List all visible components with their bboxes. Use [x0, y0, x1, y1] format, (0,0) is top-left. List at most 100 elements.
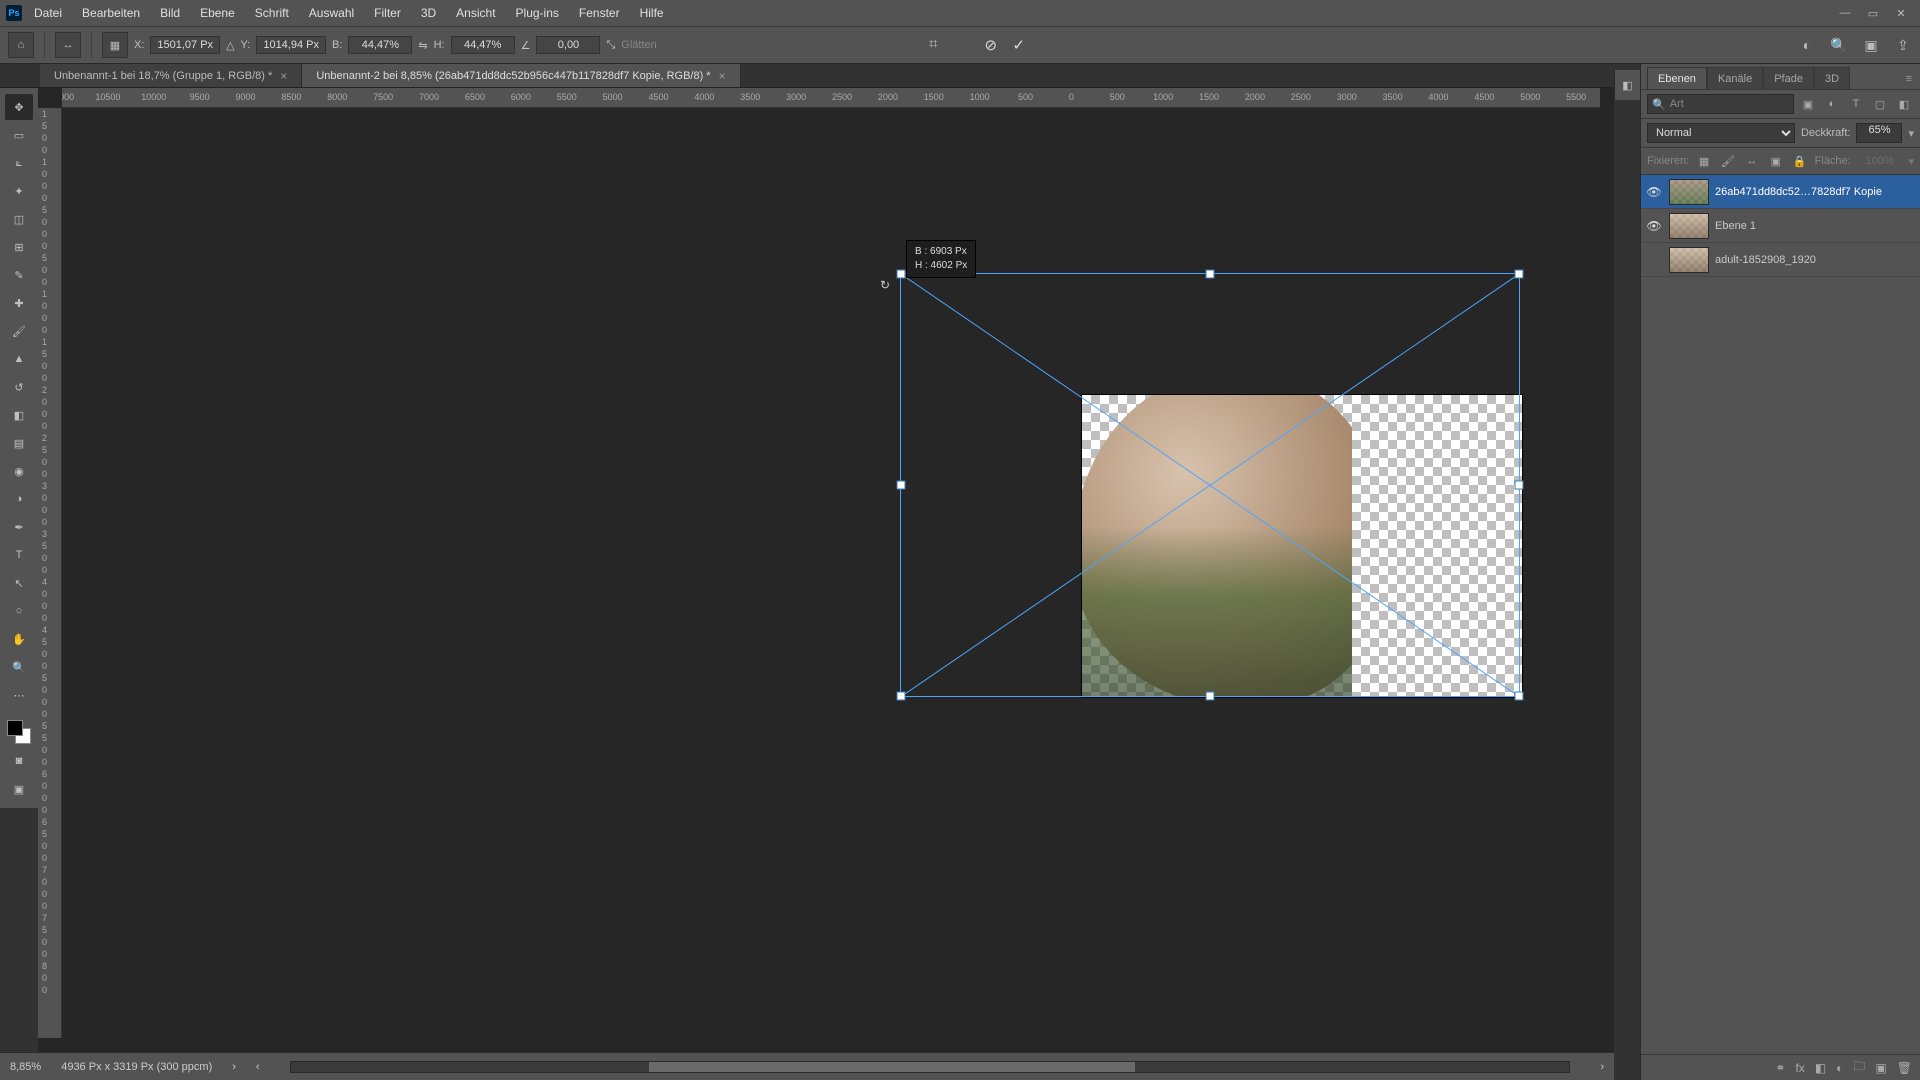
transform-handle-br[interactable] [1515, 692, 1524, 701]
lasso-tool[interactable]: ⟀ [5, 150, 33, 176]
link-wh-icon[interactable]: ⇋ [418, 39, 427, 52]
lock-pixels-icon[interactable]: 🖌 [1719, 152, 1737, 170]
delete-layer-icon[interactable]: 🗑 [1897, 1061, 1912, 1075]
menu-ansicht[interactable]: Ansicht [448, 0, 503, 26]
lock-transparency-icon[interactable]: ▦ [1695, 152, 1713, 170]
filter-type-icon[interactable]: T [1846, 94, 1866, 114]
layer-name-2[interactable]: adult-1852908_1920 [1715, 254, 1916, 266]
layer-name-1[interactable]: Ebene 1 [1715, 220, 1916, 232]
eraser-tool[interactable]: ◧ [5, 402, 33, 428]
commit-transform-button[interactable]: ✓ [1008, 34, 1030, 56]
cancel-transform-button[interactable]: ⊘ [980, 34, 1002, 56]
new-layer-icon[interactable]: ▣ [1875, 1061, 1886, 1075]
blend-mode-select[interactable]: Normal [1647, 123, 1795, 143]
move-tool[interactable]: ✥ [5, 94, 33, 120]
workspace-icon[interactable]: ▣ [1862, 36, 1880, 54]
menu-fenster[interactable]: Fenster [571, 0, 628, 26]
transform-handle-mr[interactable] [1515, 481, 1524, 490]
transform-handle-bm[interactable] [1206, 692, 1215, 701]
transform-bounding-box[interactable] [900, 273, 1520, 697]
frame-tool[interactable]: ⊞ [5, 234, 33, 260]
skew-icon[interactable]: ⤡ [606, 39, 615, 52]
scroll-left-arrow[interactable]: ‹ [256, 1061, 260, 1073]
quickmask-tool[interactable]: ◙ [5, 748, 33, 774]
reference-point-grid[interactable]: ▦ [102, 32, 128, 58]
eyedropper-tool[interactable]: ✎ [5, 262, 33, 288]
layer-row-1[interactable]: 👁 Ebene 1 [1641, 209, 1920, 243]
layer-thumb-1[interactable] [1669, 213, 1709, 239]
menu-plugins[interactable]: Plug-ins [508, 0, 567, 26]
path-select-tool[interactable]: ↖ [5, 570, 33, 596]
healing-brush-tool[interactable]: ✚ [5, 290, 33, 316]
lock-position-icon[interactable]: ↔ [1743, 152, 1761, 170]
collapsed-panel-icon-1[interactable]: ◧ [1619, 76, 1637, 94]
document-tab-1-close[interactable]: × [280, 69, 287, 83]
ruler-horizontal[interactable]: 1100010500100009500900085008000750070006… [62, 88, 1600, 108]
search-icon[interactable]: 🔍 [1830, 36, 1848, 54]
lock-artboard-icon[interactable]: ▣ [1767, 152, 1785, 170]
doc-info-chevron[interactable]: › [232, 1061, 236, 1073]
transform-handle-ml[interactable] [897, 481, 906, 490]
dodge-tool[interactable]: ◑ [5, 486, 33, 512]
fill-dropdown-icon[interactable]: ▾ [1908, 155, 1914, 168]
layer-visibility-0[interactable]: 👁 [1645, 185, 1663, 199]
hand-tool[interactable]: ✋ [5, 626, 33, 652]
layer-style-icon[interactable]: fx [1795, 1061, 1804, 1075]
y-value-input[interactable]: 1014,94 Px [256, 36, 326, 54]
window-minimize-button[interactable]: — [1832, 3, 1858, 23]
window-maximize-button[interactable]: ▭ [1860, 3, 1886, 23]
height-value-input[interactable]: 44,47% [451, 36, 515, 54]
crop-tool[interactable]: ◫ [5, 206, 33, 232]
horizontal-scrollbar-thumb[interactable] [649, 1062, 1135, 1072]
menu-datei[interactable]: Datei [26, 0, 70, 26]
menu-schrift[interactable]: Schrift [247, 0, 297, 26]
edit-toolbar-icon[interactable]: ⋯ [5, 682, 33, 708]
layer-mask-icon[interactable]: ◧ [1815, 1061, 1826, 1075]
layer-search-input[interactable]: 🔍 Art [1647, 94, 1794, 114]
type-tool[interactable]: T [5, 542, 33, 568]
transform-handle-tl[interactable] [897, 270, 906, 279]
fill-input[interactable]: 100% [1857, 155, 1903, 167]
menu-bearbeiten[interactable]: Bearbeiten [74, 0, 148, 26]
layer-group-icon[interactable]: 🗀 [1853, 1057, 1865, 1078]
color-swatches[interactable] [5, 718, 33, 746]
opacity-input[interactable]: 65% [1856, 123, 1902, 143]
screenmode-tool[interactable]: ▣ [5, 776, 33, 802]
layer-thumb-2[interactable] [1669, 247, 1709, 273]
brush-tool[interactable]: 🖌 [5, 318, 33, 344]
layer-visibility-1[interactable]: 👁 [1645, 219, 1663, 233]
filter-shape-icon[interactable]: ▢ [1870, 94, 1890, 114]
marquee-tool[interactable]: ▭ [5, 122, 33, 148]
history-brush-tool[interactable]: ↺ [5, 374, 33, 400]
gradient-tool[interactable]: ▤ [5, 430, 33, 456]
foreground-color-swatch[interactable] [7, 720, 23, 736]
document-tab-2[interactable]: Unbenannt-2 bei 8,85% (26ab471dd8dc52b95… [302, 64, 740, 87]
menu-hilfe[interactable]: Hilfe [632, 0, 672, 26]
transform-handle-tr[interactable] [1515, 270, 1524, 279]
window-close-button[interactable]: ✕ [1888, 3, 1914, 23]
y-toggle-icon[interactable]: △ [226, 39, 234, 52]
angle-value-input[interactable]: 0,00 [536, 36, 600, 54]
filter-smart-icon[interactable]: ◧ [1894, 94, 1914, 114]
document-info[interactable]: 4936 Px x 3319 Px (300 ppcm) [61, 1061, 212, 1073]
share-icon[interactable]: ⇪ [1894, 36, 1912, 54]
panel-menu-icon[interactable]: ≡ [1898, 69, 1920, 89]
menu-bild[interactable]: Bild [152, 0, 188, 26]
home-button[interactable]: ⌂ [8, 32, 34, 58]
warp-mode-icon[interactable]: ⌗ [929, 36, 938, 54]
clone-stamp-tool[interactable]: ▲ [5, 346, 33, 372]
cloud-docs-icon[interactable]: ◐ [1798, 36, 1816, 54]
menu-3d[interactable]: 3D [413, 0, 444, 26]
menu-ebene[interactable]: Ebene [192, 0, 243, 26]
magic-wand-tool[interactable]: ✦ [5, 178, 33, 204]
filter-adjust-icon[interactable]: ◐ [1822, 94, 1842, 114]
opacity-dropdown-icon[interactable]: ▾ [1908, 127, 1914, 140]
lock-all-icon[interactable]: 🔒 [1791, 152, 1809, 170]
filter-pixel-icon[interactable]: ▣ [1798, 94, 1818, 114]
zoom-level[interactable]: 8,85% [10, 1061, 41, 1073]
transform-tool-icon[interactable]: ↔ [55, 32, 81, 58]
canvas-area[interactable]: ↻ B : 6903 Px H : 4602 Px [62, 108, 1600, 1038]
menu-auswahl[interactable]: Auswahl [301, 0, 362, 26]
width-value-input[interactable]: 44,47% [348, 36, 412, 54]
transform-handle-tm[interactable] [1206, 270, 1215, 279]
